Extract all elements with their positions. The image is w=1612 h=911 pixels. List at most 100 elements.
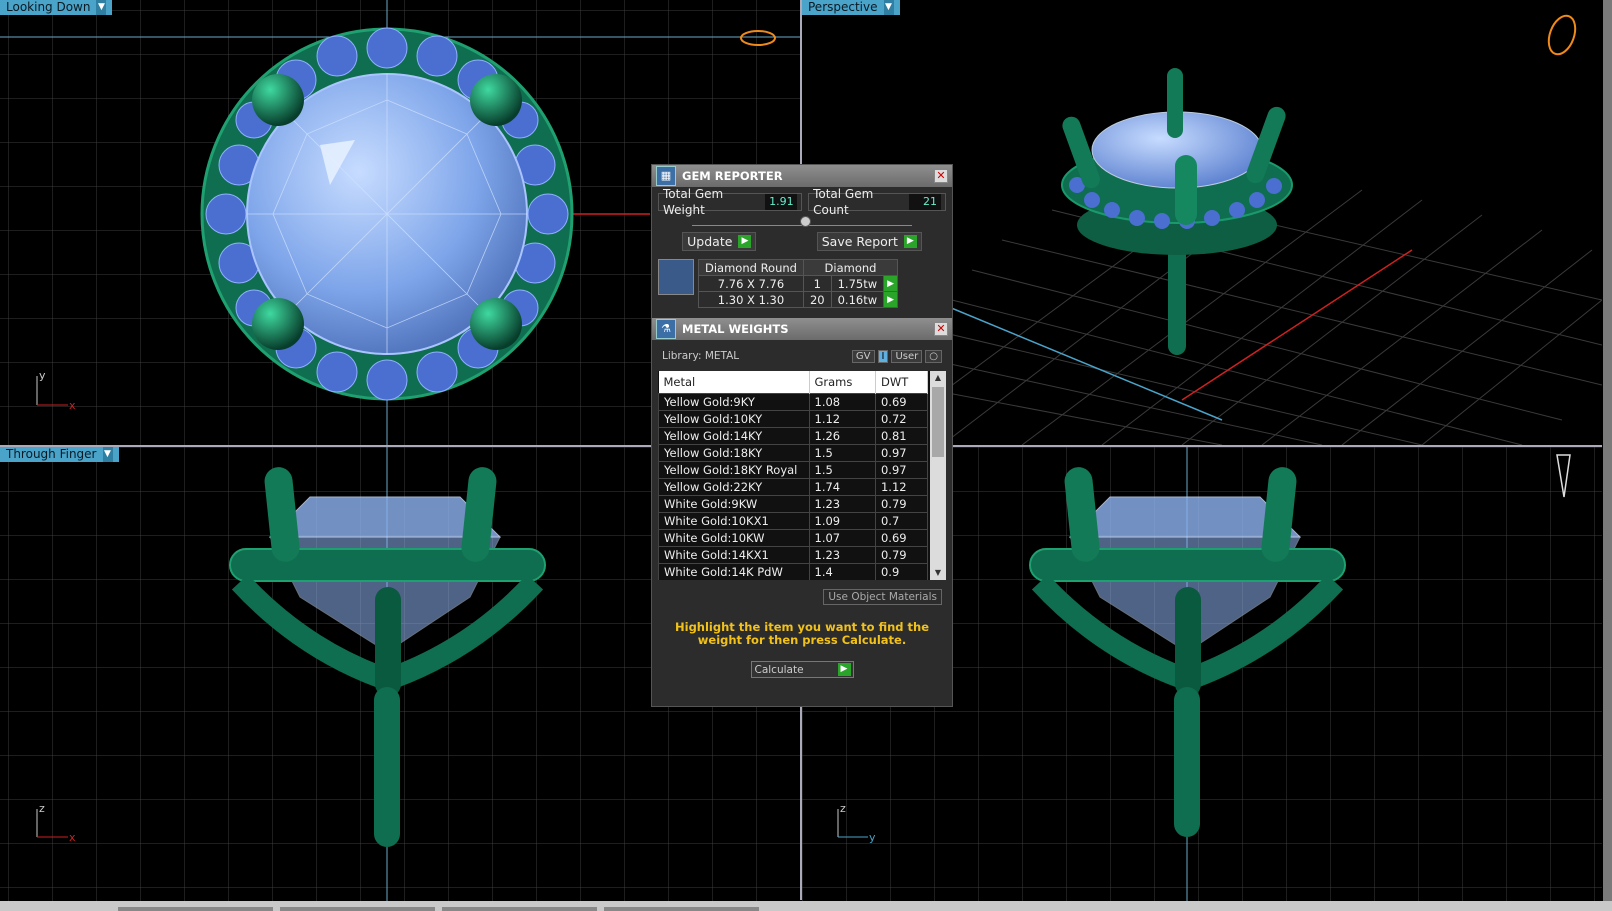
- metal-row[interactable]: Yellow Gold:10KY 1.12 0.72: [658, 410, 929, 428]
- gem-weight: 0.16tw: [830, 291, 885, 308]
- metal-name: White Gold:10KW: [658, 529, 810, 547]
- scrollbar-thumb[interactable]: [932, 387, 944, 457]
- gem-count: 20: [802, 291, 832, 308]
- metal-row[interactable]: White Gold:10KW 1.07 0.69: [658, 529, 929, 547]
- gem-size: 7.76 X 7.76: [698, 275, 804, 292]
- metal-dwt: 0.79: [874, 546, 929, 564]
- axis-y-label: y: [869, 831, 876, 844]
- metal-row[interactable]: White Gold:10KX1 1.09 0.7: [658, 512, 929, 530]
- metal-grams: 1.26: [808, 427, 876, 445]
- total-gem-weight-label: Total Gem Weight: [663, 187, 724, 217]
- viewport-label-through-finger[interactable]: Through Finger ▼: [0, 447, 119, 462]
- metal-row[interactable]: Yellow Gold:18KY 1.5 0.97: [658, 444, 929, 462]
- metal-grams: 1.08: [808, 393, 876, 411]
- metal-grams: 1.07: [808, 529, 876, 547]
- scroll-up-icon[interactable]: ▲: [930, 371, 946, 385]
- metal-row[interactable]: White Gold:14K PdW 1.4 0.9: [658, 563, 929, 580]
- metal-weights-titlebar[interactable]: ⚗ METAL WEIGHTS ✕: [652, 318, 952, 340]
- axis-z-label: z: [840, 802, 846, 815]
- metal-dwt: 0.72: [874, 410, 929, 428]
- total-gem-count-value: 21: [909, 194, 941, 210]
- metal-weights-title: METAL WEIGHTS: [682, 322, 789, 336]
- play-arrow-icon[interactable]: ▶: [883, 275, 899, 292]
- metal-grams: 1.09: [808, 512, 876, 530]
- viewport-label-looking-down[interactable]: Looking Down ▼: [0, 0, 113, 15]
- metal-name: White Gold:10KX1: [658, 512, 810, 530]
- metal-dwt: 0.69: [874, 529, 929, 547]
- play-arrow-icon[interactable]: ▶: [837, 663, 851, 676]
- total-gem-count: Total Gem Count 21: [808, 187, 946, 217]
- metal-dwt: 1.12: [874, 478, 929, 496]
- metal-name: Yellow Gold:18KY: [658, 444, 810, 462]
- gem-row[interactable]: 7.76 X 7.76 1 1.75tw ▶: [698, 275, 899, 292]
- metal-dwt: 0.97: [874, 444, 929, 462]
- gv-toggle-indicator[interactable]: I: [877, 350, 889, 363]
- total-gem-weight-value: 1.91: [765, 194, 798, 210]
- metal-name: Yellow Gold:10KY: [658, 410, 810, 428]
- gem-size: 1.30 X 1.30: [698, 291, 804, 308]
- metal-dwt: 0.9: [874, 563, 929, 580]
- user-toggle[interactable]: User: [891, 350, 923, 363]
- viewport-name: Looking Down: [6, 0, 91, 14]
- axis-y-label: y: [39, 369, 46, 382]
- viewport-name: Through Finger: [6, 447, 97, 461]
- metal-table-scrollbar[interactable]: ▲ ▼: [930, 371, 946, 580]
- calculate-label: Calculate: [754, 663, 804, 676]
- flask-icon: ⚗: [656, 319, 676, 339]
- splitter-slider[interactable]: [692, 215, 912, 227]
- gem-report-icon: ▦: [656, 166, 676, 186]
- bottom-bar: [0, 901, 1612, 911]
- metal-row[interactable]: White Gold:9KW 1.23 0.79: [658, 495, 929, 513]
- library-label: Library: METAL: [662, 350, 740, 362]
- metal-grams: 1.23: [808, 546, 876, 564]
- gem-row[interactable]: 1.30 X 1.30 20 0.16tw ▶: [698, 291, 899, 308]
- gem-shape-header: Diamond Round: [698, 259, 804, 276]
- save-report-button[interactable]: Save Report ▶: [816, 232, 922, 251]
- chevron-down-icon[interactable]: ▼: [96, 0, 107, 15]
- save-report-label: Save Report: [821, 234, 898, 249]
- play-arrow-icon[interactable]: ▶: [903, 235, 917, 248]
- close-icon[interactable]: ✕: [934, 169, 948, 183]
- metal-row[interactable]: White Gold:14KX1 1.23 0.79: [658, 546, 929, 564]
- metal-row[interactable]: Yellow Gold:22KY 1.74 1.12: [658, 478, 929, 496]
- column-header-grams[interactable]: Grams: [809, 371, 876, 394]
- column-header-metal[interactable]: Metal: [658, 371, 810, 394]
- metal-name: White Gold:9KW: [658, 495, 810, 513]
- slider-knob[interactable]: [800, 216, 811, 227]
- calculate-button[interactable]: Calculate ▶: [750, 661, 854, 678]
- close-icon[interactable]: ✕: [934, 322, 948, 336]
- column-header-dwt[interactable]: DWT: [875, 371, 929, 394]
- metal-row[interactable]: Yellow Gold:18KY Royal 1.5 0.97: [658, 461, 929, 479]
- metal-name: Yellow Gold:9KY: [658, 393, 810, 411]
- axis-x-label: x: [69, 831, 76, 844]
- axis-z-label: z: [39, 802, 45, 815]
- gem-reporter-titlebar[interactable]: ▦ GEM REPORTER ✕: [652, 165, 952, 187]
- metal-grams: 1.12: [808, 410, 876, 428]
- axis-x-label: x: [69, 399, 76, 412]
- gem-list: Diamond Round Diamond 7.76 X 7.76 1 1.75…: [658, 259, 946, 308]
- scroll-down-icon[interactable]: ▼: [930, 566, 946, 580]
- diamond-thumbnail-icon: [658, 259, 694, 295]
- play-arrow-icon[interactable]: ▶: [738, 235, 752, 248]
- gv-toggle[interactable]: GV: [851, 350, 875, 363]
- gem-weight: 1.75tw: [830, 275, 885, 292]
- metal-row[interactable]: Yellow Gold:14KY 1.26 0.81: [658, 427, 929, 445]
- metal-name: Yellow Gold:14KY: [658, 427, 810, 445]
- update-button[interactable]: Update ▶: [682, 232, 757, 251]
- user-toggle-indicator[interactable]: ○: [925, 350, 942, 363]
- use-object-materials-toggle[interactable]: Use Object Materials: [823, 589, 942, 605]
- metal-row[interactable]: Yellow Gold:9KY 1.08 0.69: [658, 393, 929, 411]
- metal-grams: 1.23: [808, 495, 876, 513]
- metal-grams: 1.74: [808, 478, 876, 496]
- viewport-label-perspective[interactable]: Perspective ▼: [802, 0, 900, 15]
- gem-type-header: Diamond: [802, 259, 899, 276]
- chevron-down-icon[interactable]: ▼: [102, 447, 113, 462]
- chevron-down-icon[interactable]: ▼: [883, 0, 894, 15]
- metal-name: White Gold:14KX1: [658, 546, 810, 564]
- metal-dwt: 0.79: [874, 495, 929, 513]
- gem-metal-panel: ▦ GEM REPORTER ✕ Total Gem Weight 1.91 T…: [651, 164, 953, 707]
- update-label: Update: [687, 234, 733, 249]
- metal-name: Yellow Gold:18KY Royal: [658, 461, 810, 479]
- metal-dwt: 0.97: [874, 461, 929, 479]
- play-arrow-icon[interactable]: ▶: [883, 291, 899, 308]
